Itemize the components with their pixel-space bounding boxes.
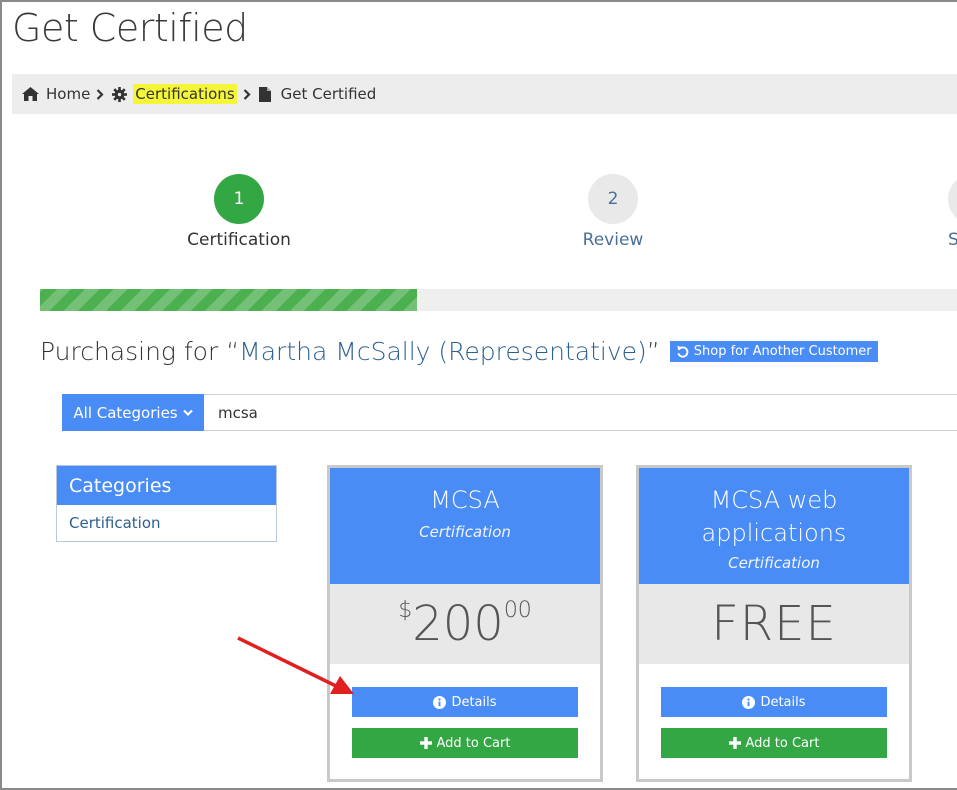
breadcrumb: Home Certifications Get Certified	[12, 74, 957, 114]
chevron-right-icon	[243, 88, 251, 100]
product-price: $ 200 00	[330, 584, 600, 664]
step-label: Review	[582, 230, 644, 250]
details-label: Details	[451, 694, 497, 710]
product-type: Certification	[728, 554, 820, 572]
category-dropdown-label: All Categories	[73, 403, 178, 422]
checkout-progress-bar	[40, 289, 957, 311]
file-icon	[258, 86, 271, 102]
page-title: Get Certified	[12, 6, 248, 50]
details-label: Details	[760, 694, 806, 710]
breadcrumb-current-label: Get Certified	[280, 85, 377, 103]
chevron-right-icon	[97, 88, 104, 100]
price-free: FREE	[711, 596, 837, 652]
product-type: Certification	[419, 523, 511, 541]
checkout-stepper: 1 Certification 2 Review S	[2, 174, 957, 254]
gear-icon	[112, 86, 128, 102]
customer-name: Martha McSally (Representative)	[239, 337, 647, 366]
add-to-cart-label: Add to Cart	[745, 735, 820, 751]
breadcrumb-home[interactable]: Home	[22, 85, 90, 103]
product-card-mcsa: MCSA Certification $ 200 00 Details Add …	[327, 465, 603, 782]
category-item-certification[interactable]: Certification	[57, 505, 276, 541]
step-certification[interactable]: 1 Certification	[184, 174, 294, 250]
search-input[interactable]	[204, 394, 957, 431]
step-third[interactable]: S	[948, 174, 957, 250]
price-cents: 00	[503, 598, 532, 623]
details-button[interactable]: Details	[661, 687, 887, 717]
product-card-mcsa-web-applications: MCSA web applications Certification FREE…	[636, 465, 912, 782]
product-price: FREE	[639, 584, 909, 664]
purchasing-prefix: Purchasing for “	[40, 337, 240, 366]
details-button[interactable]: Details	[352, 687, 578, 717]
chevron-down-icon	[182, 409, 193, 416]
shop-another-customer-button[interactable]: Shop for Another Customer	[669, 341, 878, 362]
categories-heading: Categories	[57, 466, 276, 505]
purchasing-for-heading: Purchasing for “ Martha McSally (Represe…	[40, 337, 878, 366]
breadcrumb-home-label: Home	[46, 85, 91, 103]
app-frame: Get Certified Home Certifications Get Ce…	[0, 0, 957, 790]
undo-icon	[677, 345, 689, 358]
step-label: Certification	[187, 230, 291, 250]
breadcrumb-certifications-label: Certifications	[133, 84, 237, 104]
step-review[interactable]: 2 Review	[568, 174, 658, 250]
category-dropdown[interactable]: All Categories	[62, 394, 204, 431]
home-icon	[22, 87, 39, 101]
product-card-header: MCSA web applications Certification	[639, 468, 909, 584]
progress-fill	[40, 289, 418, 311]
step-label: S	[948, 230, 957, 250]
product-search-bar: All Categories	[62, 394, 957, 431]
price-currency: $	[398, 598, 413, 623]
add-to-cart-label: Add to Cart	[436, 735, 511, 751]
add-to-cart-button[interactable]: Add to Cart	[661, 728, 887, 758]
breadcrumb-current: Get Certified	[258, 85, 377, 103]
product-card-header: MCSA Certification	[330, 468, 600, 584]
step-number: 2	[588, 174, 638, 224]
plus-icon	[419, 737, 432, 749]
price-amount: 200	[412, 596, 504, 652]
product-title: MCSA web applications	[701, 486, 847, 547]
info-icon	[433, 695, 447, 709]
breadcrumb-certifications[interactable]: Certifications	[112, 84, 237, 104]
categories-panel: Categories Certification	[56, 465, 277, 542]
info-icon	[742, 695, 756, 709]
purchasing-suffix: ”	[646, 337, 660, 366]
add-to-cart-button[interactable]: Add to Cart	[352, 728, 578, 758]
step-number	[948, 174, 957, 224]
product-title: MCSA	[430, 486, 500, 514]
step-number: 1	[214, 174, 264, 224]
plus-icon	[728, 737, 741, 749]
annotation-arrow-icon	[237, 636, 354, 694]
shop-another-customer-label: Shop for Another Customer	[693, 344, 872, 359]
